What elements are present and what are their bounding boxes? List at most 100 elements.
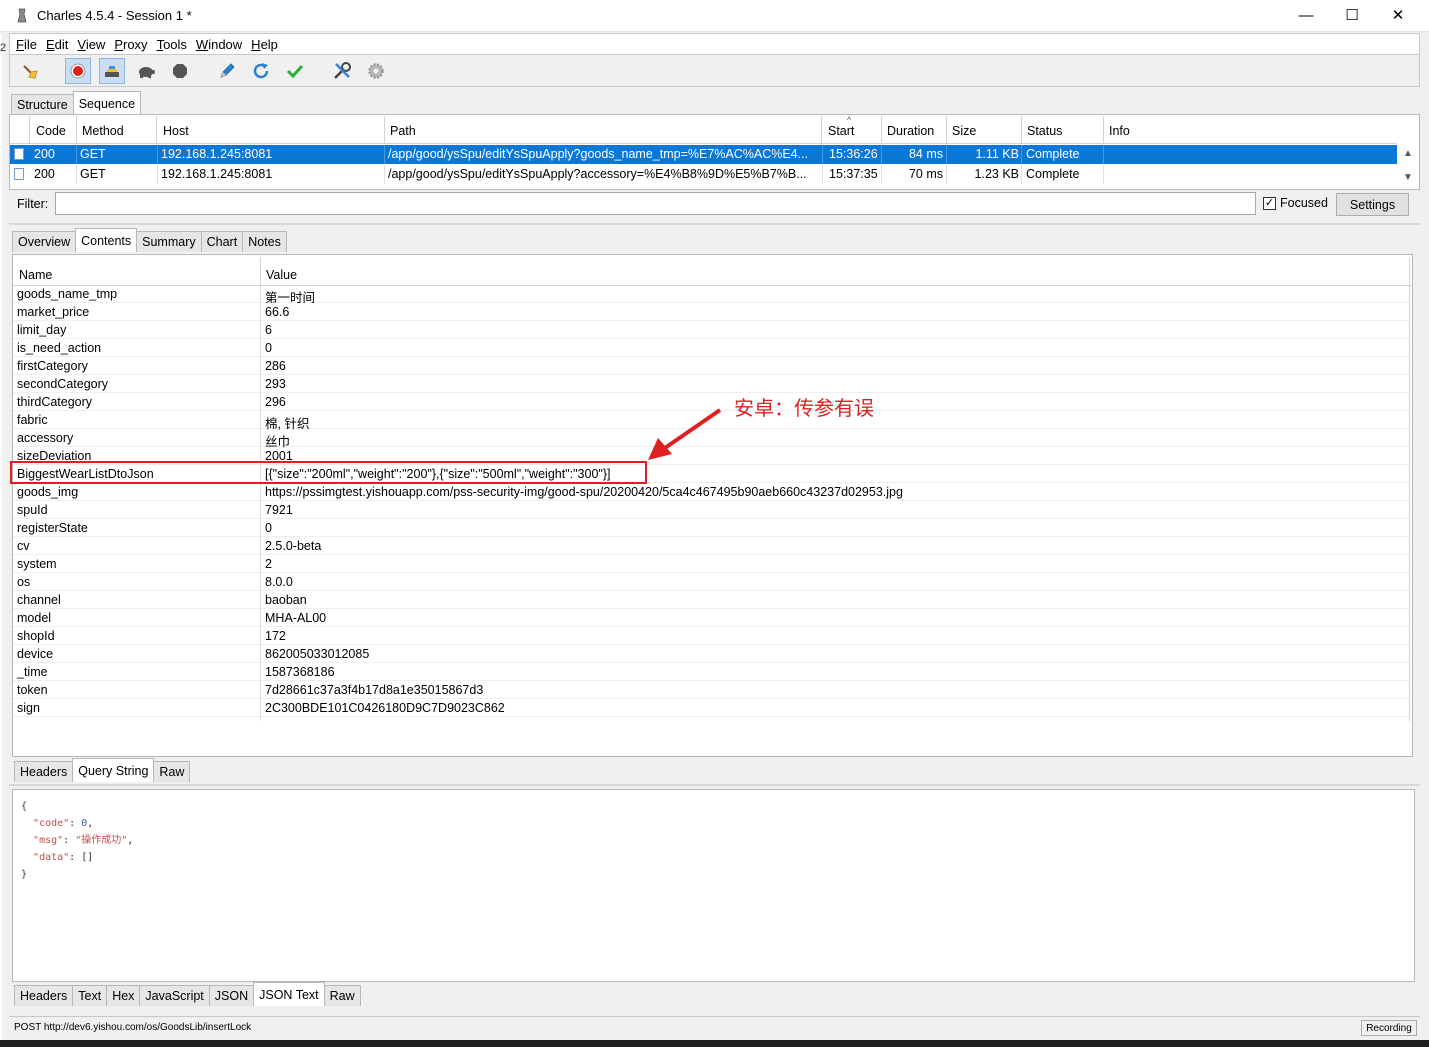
param-value: MHA-AL00 [265,611,327,625]
row-status: Complete [1026,147,1080,161]
param-name: model [17,611,52,625]
tab-summary[interactable]: Summary [136,231,202,252]
tools-icon[interactable] [329,58,355,84]
param-value: 286 [265,359,286,373]
splitter[interactable] [9,223,1420,225]
request-icon [14,148,24,160]
column-status[interactable]: Status [1021,116,1104,144]
column-info[interactable]: Info [1103,116,1397,144]
table-row[interactable]: is_need_action 0 [13,339,1412,357]
tab-structure[interactable]: Structure [11,94,74,115]
focused-checkbox[interactable]: ✓ [1263,197,1276,210]
tab-request-headers[interactable]: Headers [14,761,74,782]
tab-contents[interactable]: Contents [75,228,138,252]
tab-request-raw[interactable]: Raw [153,761,191,782]
record-icon[interactable] [65,58,91,84]
menu-view[interactable]: View [77,37,105,52]
tab-javascript[interactable]: JavaScript [139,985,210,1006]
gear-icon[interactable] [363,58,389,84]
response-body[interactable]: { "code": 0, "msg": "操作成功", "data": [] } [12,789,1415,982]
tab-text[interactable]: Text [72,985,108,1006]
menu-file[interactable]: File [16,37,37,52]
table-row[interactable]: model MHA-AL00 [13,609,1412,627]
filter-input[interactable] [55,192,1256,215]
param-name: cv [17,539,30,553]
table-row[interactable]: goods_name_tmp 第一时间 [13,285,1412,305]
param-name: thirdCategory [17,395,93,409]
table-row[interactable]: cv 2.5.0-beta [13,537,1412,555]
tab-hex[interactable]: Hex [106,985,141,1006]
stop-icon[interactable] [167,58,193,84]
table-row[interactable]: sign 2C300BDE101C0426180D9C7D9023C862 [13,699,1412,717]
table-row[interactable]: device 862005033012085 [13,645,1412,663]
param-name: secondCategory [17,377,109,391]
tab-query-string[interactable]: Query String [72,758,155,782]
tab-overview[interactable]: Overview [12,231,77,252]
splitter[interactable] [9,784,1420,786]
scroll-down-icon[interactable]: ▼ [1403,172,1413,183]
recording-badge[interactable]: Recording [1361,1020,1417,1036]
param-value: 2 [265,557,272,571]
refresh-icon[interactable] [248,58,274,84]
param-name: device [17,647,54,661]
column-value[interactable]: Value [260,258,1410,286]
column-path[interactable]: Path [384,116,822,144]
column-size[interactable]: Size [946,116,1022,144]
json-value: "操作成功" [75,835,128,846]
menu-edit[interactable]: Edit [46,37,68,52]
param-name: limit_day [17,323,67,337]
table-row[interactable]: shopId 172 [13,627,1412,645]
check-icon[interactable] [282,58,308,84]
tab-response-headers[interactable]: Headers [14,985,74,1006]
tab-chart[interactable]: Chart [200,231,244,252]
table-row[interactable]: market_price 66.6 [13,303,1412,321]
tab-json[interactable]: JSON [208,985,255,1006]
table-row[interactable]: secondCategory 293 [13,375,1412,393]
scroll-up-icon[interactable]: ▲ [1403,148,1413,159]
menu-tools[interactable]: Tools [157,37,187,52]
maximize-button[interactable]: ☐ [1329,0,1375,30]
annotation-text: 安卓：传参有误 [734,396,874,420]
table-row[interactable]: system 2 [13,555,1412,573]
param-value: 66.6 [265,305,290,319]
sequence-row[interactable]: 200 GET 192.168.1.245:8081 /app/good/ysS… [10,165,1397,184]
param-name: channel [17,593,61,607]
status-text: POST http://dev6.yishou.com/os/GoodsLib/… [14,1022,252,1033]
menu-help[interactable]: Help [251,37,278,52]
sequence-row[interactable]: 200 GET 192.168.1.245:8081 /app/good/ysS… [10,145,1397,164]
table-row[interactable]: channel baoban [13,591,1412,609]
column-host[interactable]: Host [157,116,385,144]
column-start[interactable]: Start [822,116,882,144]
table-row[interactable]: registerState 0 [13,519,1412,537]
table-row[interactable]: os 8.0.0 [13,573,1412,591]
tab-response-raw[interactable]: Raw [323,985,361,1006]
sort-ascending-icon: ^ [847,115,852,125]
column-method[interactable]: Method [76,116,157,144]
table-row[interactable]: spuId 7921 [13,501,1412,519]
table-row[interactable]: goods_img https://pssimgtest.yishouapp.co… [13,483,1412,501]
column-duration[interactable]: Duration [881,116,947,144]
settings-button[interactable]: Settings [1336,193,1409,216]
turtle-icon[interactable] [133,58,159,84]
menu-window[interactable]: Window [196,37,242,52]
close-button[interactable]: ✕ [1375,0,1421,30]
table-row[interactable]: limit_day 6 [13,321,1412,339]
sequence-scrollbar[interactable]: ▲ ▼ [1398,143,1418,189]
pen-icon[interactable] [214,58,240,84]
param-value: 7d28661c37a3f4b17d8a1e35015867d3 [265,683,484,697]
column-code[interactable]: Code [30,116,77,144]
filter-label: Filter: [17,197,49,211]
tab-notes[interactable]: Notes [242,231,287,252]
menu-proxy[interactable]: Proxy [114,37,147,52]
column-name[interactable]: Name [13,258,261,286]
tab-json-text[interactable]: JSON Text [253,982,325,1006]
table-row[interactable]: token 7d28661c37a3f4b17d8a1e35015867d3 [13,681,1412,699]
table-row[interactable]: _time 1587368186 [13,663,1412,681]
tab-sequence[interactable]: Sequence [72,91,142,115]
table-row[interactable]: firstCategory 286 [13,357,1412,375]
focused-label[interactable]: Focused [1280,196,1328,210]
param-name: sign [17,701,40,715]
minimize-button[interactable]: — [1283,0,1329,30]
throttle-icon[interactable] [99,58,125,84]
broom-icon[interactable] [17,58,43,84]
